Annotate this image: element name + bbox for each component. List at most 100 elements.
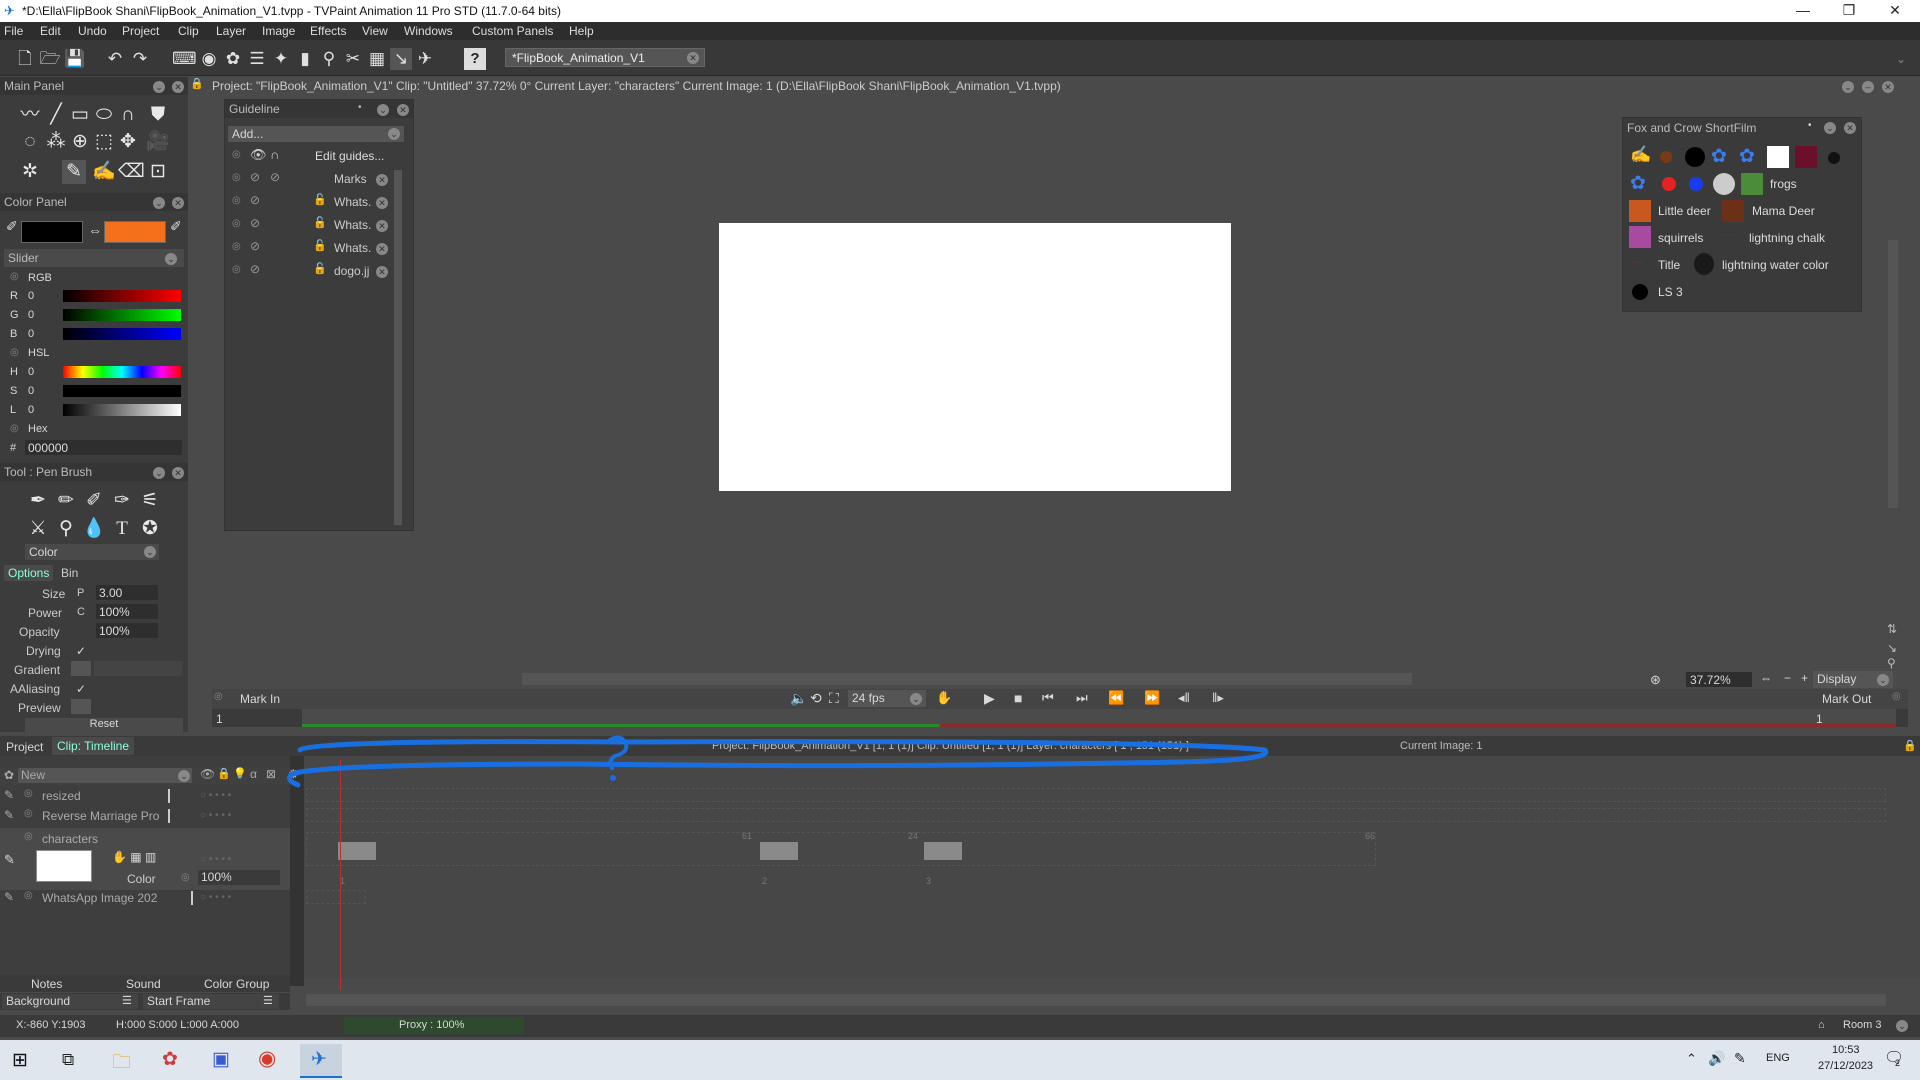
lock-icon[interactable]: 🔒 (190, 77, 204, 95)
hidden-eye-icon[interactable]: ⊘ (250, 193, 260, 207)
lightning-water-color-label[interactable]: lightning water color (1722, 258, 1829, 272)
size-input[interactable]: 3.00 (96, 585, 158, 600)
radio-icon[interactable]: ◎ (232, 241, 241, 252)
layer-icon[interactable]: ✿ (4, 768, 14, 782)
eraser-icon[interactable]: ⌫ (118, 160, 145, 184)
power-mode[interactable]: C (77, 606, 85, 618)
minimize-icon[interactable]: – (1862, 81, 1874, 93)
water-drop-icon[interactable]: 💧 (82, 517, 106, 541)
menu-custom-panels[interactable]: Custom Panels (472, 24, 553, 38)
close-icon[interactable]: ✕ (172, 81, 184, 93)
new-file-icon[interactable]: 🗋 (14, 48, 36, 70)
close-icon[interactable]: ✕ (376, 197, 388, 209)
mark-in-label[interactable]: Mark In (240, 692, 280, 706)
blue-brush-icon[interactable]: ✿ (1739, 145, 1755, 168)
frogs-label[interactable]: frogs (1770, 177, 1797, 191)
tab-options[interactable]: Options (4, 565, 54, 581)
radio-icon[interactable]: ◎ (214, 691, 223, 702)
menu-effects[interactable]: Effects (310, 24, 346, 38)
radio-icon[interactable]: ◎ (10, 347, 19, 358)
new-layer-dropdown[interactable]: New ⌄ (18, 768, 192, 783)
guide-label[interactable]: Whats. (334, 241, 371, 255)
ruler-icon[interactable]: ▮ (294, 48, 316, 70)
knife-icon[interactable]: ⚔ (26, 517, 50, 541)
rotate-icon[interactable]: ↘ (1887, 641, 1897, 655)
b-value[interactable]: 0 (28, 328, 34, 340)
opacity-marker[interactable] (168, 809, 170, 823)
end-frame-value[interactable]: 1 (1816, 712, 1823, 726)
layer-toggles[interactable]: ○ • • • • (200, 892, 231, 903)
minimize-button[interactable]: — (1780, 0, 1826, 22)
swap-colors-icon[interactable]: ⇔ (88, 222, 102, 238)
keyframe-thumb[interactable] (924, 842, 962, 860)
radio-icon[interactable]: ◎ (10, 271, 19, 282)
preview-toggle[interactable] (71, 699, 91, 714)
airbrush-icon[interactable]: ⚟ (138, 489, 162, 513)
close-icon[interactable]: ✕ (172, 197, 184, 209)
fullscreen-icon[interactable]: ⛶ (829, 690, 839, 707)
close-icon[interactable]: ✕ (1844, 122, 1856, 134)
warp-icon[interactable]: ✲ (18, 160, 42, 184)
edit-guides-label[interactable]: Edit guides... (315, 149, 384, 163)
mark-out-label[interactable]: Mark Out (1822, 692, 1871, 706)
drawing-canvas[interactable] (719, 223, 1231, 491)
pen-icon[interactable]: ✎ (1734, 1050, 1746, 1067)
track-reverse-marriage[interactable] (306, 808, 1886, 822)
menu-edit[interactable]: Edit (40, 24, 61, 38)
l-value[interactable]: 0 (28, 404, 34, 416)
guide-label[interactable]: Marks (334, 172, 367, 186)
mama-deer-swatch[interactable] (1722, 200, 1744, 222)
close-icon[interactable]: ✕ (376, 243, 388, 255)
clock-date[interactable]: 27/12/2023 (1818, 1060, 1873, 1072)
guide-label[interactable]: dogo.jj (334, 264, 369, 278)
tab-project[interactable]: Project (6, 740, 43, 754)
close-icon[interactable]: ✕ (397, 104, 409, 116)
track-characters[interactable] (306, 832, 1376, 866)
black-circle-swatch[interactable] (1685, 147, 1705, 167)
h-slider[interactable] (63, 366, 181, 378)
project-tab[interactable]: *FlipBook_Animation_V1 ✕ (505, 48, 705, 67)
squirrels-swatch[interactable] (1629, 226, 1651, 248)
lasso-icon[interactable]: ◌ (18, 130, 42, 154)
color-mode-dropdown[interactable]: Color ⌄ (25, 544, 159, 560)
radio-icon[interactable]: ◎ (24, 808, 33, 819)
brush-layer-icon[interactable]: ✎ (4, 890, 14, 904)
hidden-eye-icon[interactable]: ⊘ (250, 262, 260, 276)
playhead[interactable] (340, 760, 341, 990)
guide-row[interactable]: ◎ 👁 ∩ Edit guides... (228, 147, 388, 167)
stop-icon[interactable]: ■ (1014, 690, 1022, 706)
speaker-icon[interactable]: 🔊 (1708, 1050, 1725, 1067)
open-folder-icon[interactable]: 🗁 (39, 48, 61, 70)
chalk-brush-icon[interactable]: ⋯ (1722, 228, 1734, 242)
eye-icon[interactable]: 👁 (250, 147, 267, 163)
close-icon[interactable]: ✕ (376, 266, 388, 278)
transform-icon[interactable]: ⬚ (92, 130, 116, 154)
lock-icon[interactable]: 🔒 (1903, 739, 1917, 752)
track-whatsapp[interactable] (306, 890, 366, 904)
horizontal-scrollbar[interactable] (522, 673, 1412, 685)
person-icon[interactable]: ⚲ (1887, 656, 1896, 670)
clock-time[interactable]: 10:53 (1832, 1044, 1860, 1056)
layer-name[interactable]: characters (42, 832, 98, 846)
hidden-eye-icon[interactable]: ⊘ (250, 239, 260, 253)
blue-brush-icon[interactable]: ✿ (1630, 172, 1646, 195)
chevron-up-icon[interactable]: ⌃ (1686, 1051, 1697, 1067)
l-slider[interactable] (63, 404, 181, 416)
guideline-scrollbar[interactable] (394, 170, 402, 525)
drying-checkbox[interactable]: ✓ (76, 644, 86, 658)
brush-layer-icon[interactable]: ✎ (4, 788, 14, 802)
freehand-tool-icon[interactable]: 〰 (18, 103, 42, 127)
fps-dropdown[interactable]: 24 fps ⌄ (848, 690, 926, 707)
color-wheel-icon[interactable]: ◉ (198, 48, 220, 70)
zoom-out-icon[interactable]: − (1784, 671, 1791, 685)
collapse-icon[interactable]: ⌄ (153, 81, 165, 93)
pen-brush-icon[interactable]: ✍ (1630, 145, 1651, 165)
lock-icon[interactable]: 🔓 (313, 193, 327, 206)
selection-icon[interactable]: ⊕ (68, 130, 92, 154)
expand-toolbar-icon[interactable]: ⌄ (1890, 48, 1912, 70)
brush-layer-icon[interactable]: ✎ (4, 852, 15, 868)
keyboard-icon[interactable]: ⌨ (172, 48, 197, 70)
g-value[interactable]: 0 (28, 309, 34, 321)
display-dropdown[interactable]: Display ⌄ (1813, 671, 1893, 688)
file-explorer-icon[interactable]: 🗀 (112, 1048, 131, 1080)
